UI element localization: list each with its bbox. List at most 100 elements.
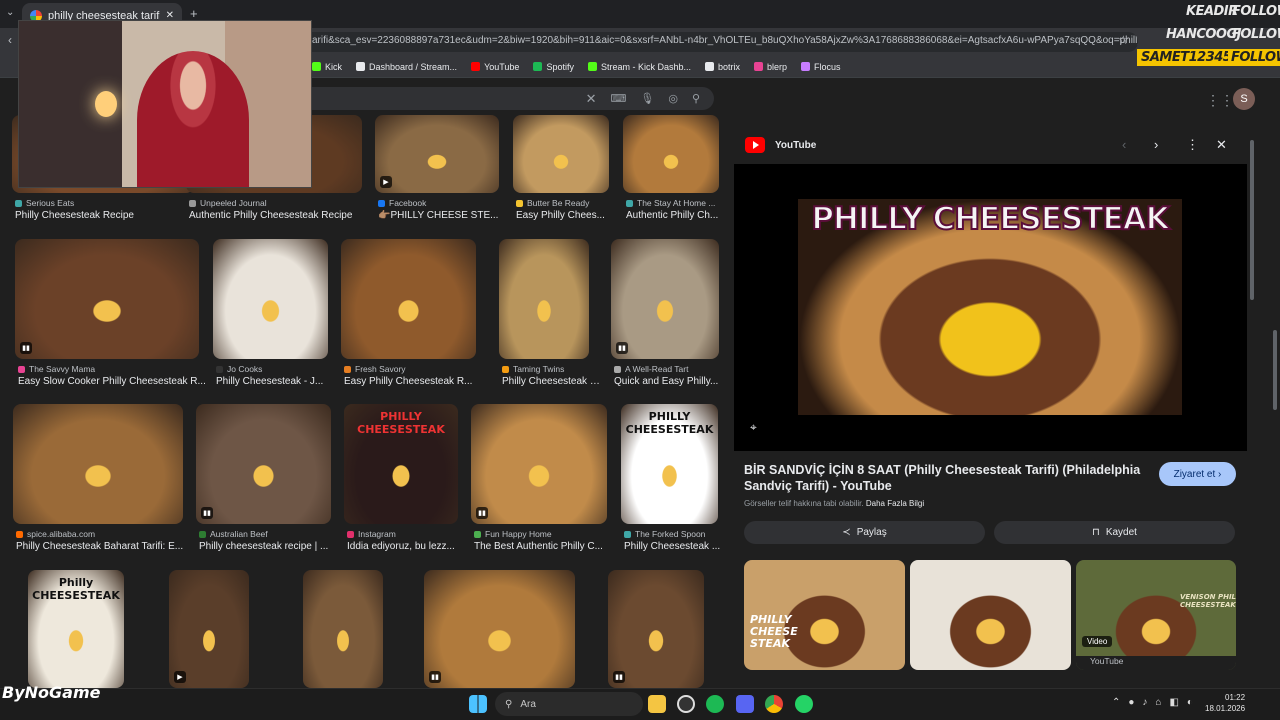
result-source[interactable]: Jo Cooks [216,364,331,374]
result-caption[interactable]: Authentic Philly Ch... [626,210,730,221]
result-thumbnail[interactable] [499,239,589,359]
result-caption[interactable]: Philly Cheesesteak Recipe [15,210,205,221]
result-source[interactable]: A Well-Read Tart [614,364,722,374]
page-scrollbar[interactable] [1273,330,1277,410]
result-caption[interactable]: Philly Cheesesteak Baharat Tarifi: E... [16,541,194,552]
result-source[interactable]: spice.alibaba.com [16,529,186,539]
related-image[interactable]: VENISON PHILLY CHEESESTEAK Video YouTube [1076,560,1236,670]
start-icon[interactable] [469,695,487,713]
result-thumbnail[interactable] [341,239,476,359]
result-thumbnail[interactable] [13,404,183,524]
result-caption[interactable]: Philly Cheesesteak {1... [502,376,600,387]
result-caption[interactable]: Philly Cheesesteak - J... [216,376,339,387]
panel-source-name[interactable]: YouTube [775,140,816,151]
save-button[interactable]: ⊓ Kaydet [994,521,1235,544]
address-bar[interactable]: arifi&sca_esv=2236088897a731ec&udm=2&biw… [300,32,1138,52]
bookmark-item[interactable]: Kick [312,62,342,72]
search-box[interactable]: ✕ ⌨ 🎙 ◎ ⚲ [300,87,714,110]
panel-scrollbar[interactable] [1250,140,1254,300]
back-icon[interactable]: ‹ [8,33,12,47]
preview-image-area[interactable]: PHILLY CHEESESTEAK ⌖ [734,164,1247,451]
taskbar-search[interactable]: ⚲ Ara [495,692,643,716]
result-thumbnail[interactable] [213,239,328,359]
result-thumbnail[interactable]: ▶ [375,115,499,193]
result-source[interactable]: Unpeeled Journal [189,198,365,208]
bookmark-item[interactable]: Stream - Kick Dashb... [587,62,691,72]
result-thumbnail[interactable]: Philly CHEESESTEAK [28,570,124,688]
more-options-icon[interactable]: ⋮ [1186,137,1199,153]
result-caption[interactable]: Easy Slow Cooker Philly Cheesesteak R... [18,376,210,387]
share-button[interactable]: ≺ Paylaş [744,521,985,544]
tab-search-chevron[interactable]: ⌄ [6,7,14,18]
result-source[interactable]: Instagram [347,529,461,539]
result-source[interactable]: Taming Twins [502,364,592,374]
result-caption[interactable]: Authentic Philly Cheesesteak Recipe [189,210,373,221]
prev-icon[interactable]: ‹ [1122,137,1126,152]
result-thumbnail[interactable]: ▮▮ [15,239,199,359]
clear-icon[interactable]: ✕ [586,91,597,107]
tray-icons[interactable]: ⌃●♪⌂◧◐ [1112,697,1201,708]
result-source[interactable]: Fun Happy Home [474,529,610,539]
panel-title[interactable]: BİR SANDVİÇ İÇİN 8 SAAT (Philly Cheesest… [744,462,1144,495]
lens-search-icon[interactable]: ⌖ [750,420,757,435]
result-source[interactable]: Fresh Savory [344,364,479,374]
next-icon[interactable]: › [1154,137,1158,152]
result-source[interactable]: The Stay At Home ... [626,198,722,208]
result-caption[interactable]: The Best Authentic Philly C... [474,541,618,552]
discord-icon[interactable] [736,695,754,713]
result-thumbnail[interactable]: ▮▮ [611,239,719,359]
chrome-icon[interactable] [765,695,783,713]
related-source[interactable]: YouTube [1076,656,1236,670]
result-caption[interactable]: Easy Philly Chees... [516,210,620,221]
keyboard-icon[interactable]: ⌨ [610,92,626,105]
bookmark-item[interactable]: botrix [704,62,740,72]
result-thumbnail[interactable]: PHILLY CHEESESTEAK [344,404,458,524]
video-badge-icon: ▮▮ [20,342,32,354]
obs-icon[interactable] [677,695,695,713]
result-caption[interactable]: Easy Philly Cheesesteak R... [344,376,487,387]
more-info-link[interactable]: Daha Fazla Bilgi [866,499,924,508]
result-source[interactable]: Butter Be Ready [516,198,612,208]
mic-icon[interactable]: 🎙 [640,92,654,105]
bookmark-item[interactable]: Flocus [801,62,841,72]
result-thumbnail[interactable] [623,115,719,193]
related-image[interactable] [910,560,1071,670]
result-source[interactable]: Australian Beef [199,529,334,539]
whatsapp-icon[interactable] [795,695,813,713]
result-thumbnail[interactable]: PHILLY CHEESESTEAK [621,404,718,524]
result-thumbnail[interactable] [513,115,609,193]
result-thumbnail[interactable]: ▶ [169,570,249,688]
result-caption[interactable]: 👉🏽PHILLY CHEESE STE... [378,210,510,221]
result-caption[interactable]: Philly cheesesteak recipe | ... [199,541,342,552]
result-thumbnail[interactable] [303,570,383,688]
related-image[interactable]: PHILLY CHEESE STEAK [744,560,905,670]
follow-alert-name: KEADIR [1186,4,1238,19]
new-tab-button[interactable]: + [190,6,198,21]
file-explorer-icon[interactable] [648,695,666,713]
visit-button[interactable]: Ziyaret et › [1159,462,1236,486]
result-caption[interactable]: Quick and Easy Philly... [614,376,730,387]
bookmark-item[interactable]: YouTube [471,62,519,72]
follow-alert-name: HANCOOGJ [1166,27,1241,42]
avatar[interactable]: S [1233,88,1255,110]
lens-icon[interactable]: ◎ [668,92,678,105]
clock[interactable]: 01:22 18.01.2026 [1205,693,1245,715]
result-thumbnail[interactable]: ▮▮ [471,404,607,524]
close-panel-icon[interactable]: ✕ [1216,137,1227,153]
bookmark-item[interactable]: Spotify [533,62,574,72]
result-source[interactable]: The Forked Spoon [624,529,721,539]
result-thumbnail[interactable]: ▮▮ [424,570,575,688]
result-source[interactable]: Serious Eats [15,198,197,208]
bookmark-item[interactable]: blerp [754,62,787,72]
result-caption[interactable]: Philly Cheesesteak ... [624,541,729,552]
result-source[interactable]: The Savvy Mama [18,364,202,374]
result-thumbnail[interactable]: ▮▮ [608,570,704,688]
bookmark-label: Spotify [546,61,574,72]
result-source[interactable]: Facebook [378,198,502,208]
result-thumbnail[interactable]: ▮▮ [196,404,331,524]
bookmark-star-icon[interactable]: ☆ [1118,33,1129,47]
bookmark-item[interactable]: Dashboard / Stream... [356,62,457,72]
result-caption[interactable]: İddia ediyoruz, bu lezz... [347,541,469,552]
spotify-icon[interactable] [706,695,724,713]
search-icon[interactable]: ⚲ [692,92,700,105]
